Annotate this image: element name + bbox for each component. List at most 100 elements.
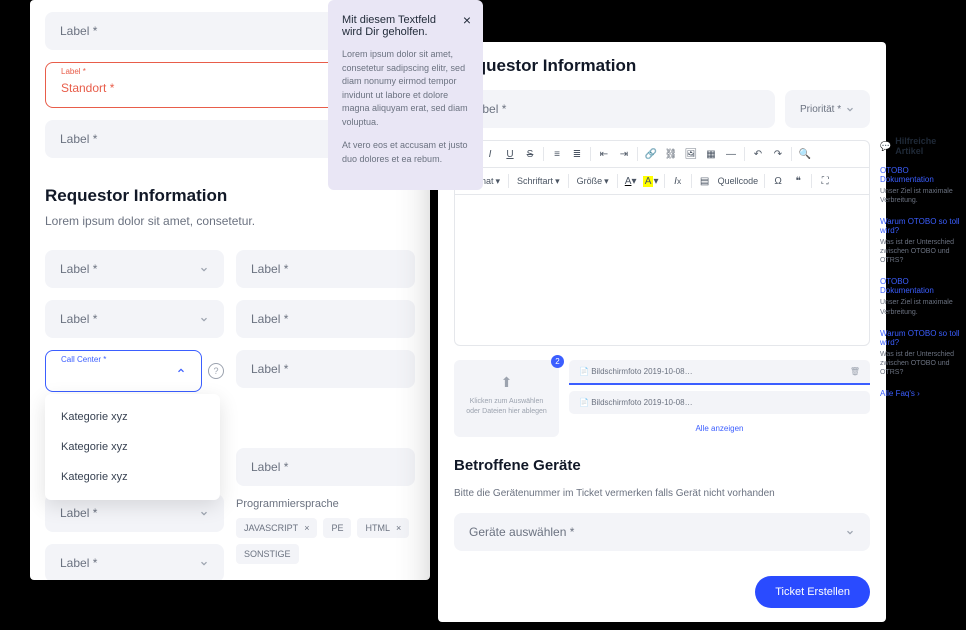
upload-icon: ⬆	[462, 374, 551, 391]
article-item: OTOBO Dokumentation Unser Ziel ist maxim…	[880, 277, 962, 316]
upload-dropzone[interactable]: 2 ⬆ Klicken zum Auswählenoder Dateien hi…	[454, 360, 559, 437]
file-item: 📄 Bildschirmfoto 2019-10-08… 🗑	[569, 360, 870, 385]
editor-body[interactable]	[455, 195, 869, 345]
label-select[interactable]: Label *	[45, 250, 224, 288]
tooltip-title: Mit diesem Textfeld wird Dir geholfen.	[342, 14, 469, 38]
article-link[interactable]: OTOBO Dokumentation	[880, 277, 962, 295]
chevron-down-icon	[845, 527, 855, 537]
tag: HTML×	[357, 518, 409, 538]
submit-button[interactable]: Ticket Erstellen	[755, 576, 870, 608]
article-desc: Was ist der Unterschied zwischen OTOBO u…	[880, 238, 962, 265]
label-select[interactable]: Label *	[236, 250, 415, 288]
list-ul-button[interactable]: ≡	[548, 145, 566, 163]
article-item: OTOBO Dokumentation Unser Ziel ist maxim…	[880, 166, 962, 205]
dropdown-item[interactable]: Kategorie xyz	[45, 462, 220, 492]
call-center-dropdown: Kategorie xyz Kategorie xyz Kategorie xy…	[45, 394, 220, 500]
tooltip-text: Lorem ipsum dolor sit amet, consetetur s…	[342, 48, 469, 129]
dropdown-item[interactable]: Kategorie xyz	[45, 432, 220, 462]
link-button[interactable]: 🔗	[642, 145, 660, 163]
tag: JAVASCRIPT×	[236, 518, 317, 538]
chevron-down-icon	[199, 508, 209, 518]
list-ol-button[interactable]: ≣	[568, 145, 586, 163]
chevron-down-icon	[845, 104, 855, 114]
table-button[interactable]: ▦	[702, 145, 720, 163]
editor-toolbar-1: B I U S ≡ ≣ ⇤ ⇥ 🔗 ⛓ 🖼 ▦ — ↶ ↷ 🔍	[455, 141, 869, 168]
label-select[interactable]: Label *	[236, 300, 415, 338]
field-tiny-label: Call Center *	[61, 355, 106, 364]
show-all-link[interactable]: Alle anzeigen	[569, 420, 870, 437]
clear-format-button[interactable]: Ix	[669, 172, 687, 190]
article-desc: Unser Ziel ist maximale Verbreitung.	[880, 187, 962, 205]
sidebar-title: 💬 Hilfreiche Artikel	[880, 136, 962, 156]
hr-button[interactable]: —	[722, 145, 740, 163]
chevron-down-icon	[199, 558, 209, 568]
chevron-down-icon	[199, 314, 209, 324]
priority-select[interactable]: Priorität *	[785, 90, 870, 128]
file-list: 📄 Bildschirmfoto 2019-10-08… 🗑 📄 Bildsch…	[569, 360, 870, 437]
upload-count-badge: 2	[551, 355, 564, 368]
label-select[interactable]: Label *	[45, 544, 224, 580]
tag: PE	[323, 518, 351, 538]
redo-button[interactable]: ↷	[769, 145, 787, 163]
helpful-articles-sidebar: 💬 Hilfreiche Artikel OTOBO Dokumentation…	[876, 136, 966, 398]
editor-toolbar-2: Format ▾ Schriftart ▾ Größe ▾ A▾ A▾ Ix ▤…	[455, 168, 869, 195]
close-icon[interactable]: ×	[463, 12, 471, 28]
article-link[interactable]: Warum OTOBO so toll wird?	[880, 329, 962, 347]
indent-button[interactable]: ⇥	[615, 145, 633, 163]
devices-select[interactable]: Geräte auswählen *	[454, 513, 870, 551]
call-center-select[interactable]: Call Center *	[45, 350, 202, 392]
devices-title: Betroffene Geräte	[454, 457, 870, 474]
tag-list: JAVASCRIPT× PE HTML× SONSTIGE	[236, 518, 415, 564]
article-item: Warum OTOBO so toll wird? Was ist der Un…	[880, 217, 962, 265]
text-color-button[interactable]: A▾	[622, 172, 640, 190]
special-char-button[interactable]: Ω	[769, 172, 787, 190]
find-button[interactable]: 🔍	[796, 145, 814, 163]
article-item: Warum OTOBO so toll wird? Was ist der Un…	[880, 329, 962, 377]
tag: SONSTIGE	[236, 544, 299, 564]
field-value: Standort *	[61, 81, 114, 95]
help-icon[interactable]: ?	[208, 363, 224, 379]
file-item: 📄 Bildschirmfoto 2019-10-08…	[569, 391, 870, 414]
tag-remove[interactable]: ×	[304, 523, 309, 533]
unlink-button[interactable]: ⛓	[662, 145, 680, 163]
label-select[interactable]: Label *	[454, 90, 775, 128]
outdent-button[interactable]: ⇤	[595, 145, 613, 163]
help-tooltip: × Mit diesem Textfeld wird Dir geholfen.…	[328, 0, 483, 190]
article-link[interactable]: OTOBO Dokumentation	[880, 166, 962, 184]
chevron-down-icon	[199, 264, 209, 274]
all-faqs-link[interactable]: Alle Faq's ›	[880, 389, 962, 398]
maximize-button[interactable]: ⛶	[816, 172, 834, 190]
devices-desc: Bitte die Gerätenummer im Ticket vermerk…	[454, 488, 870, 499]
section-title: Requestor Information	[454, 56, 870, 76]
undo-button[interactable]: ↶	[749, 145, 767, 163]
source-label: Quellcode	[716, 176, 761, 186]
field-label: Label *	[60, 24, 97, 38]
field-tiny-label: Label *	[61, 67, 86, 76]
label-select[interactable]: Label *	[236, 350, 415, 388]
tag-remove[interactable]: ×	[396, 523, 401, 533]
image-button[interactable]: 🖼	[682, 145, 700, 163]
chevron-up-icon	[176, 366, 186, 376]
file-delete-icon[interactable]: 🗑	[850, 367, 860, 376]
italic-button[interactable]: I	[481, 145, 499, 163]
tooltip-text: At vero eos et accusam et justo duo dolo…	[342, 139, 469, 166]
right-panel: Requestor Information Label * Priorität …	[438, 42, 886, 622]
underline-button[interactable]: U	[501, 145, 519, 163]
field-label: Label *	[60, 132, 97, 146]
strike-button[interactable]: S	[521, 145, 539, 163]
quote-button[interactable]: ❝	[789, 172, 807, 190]
label-select[interactable]: Label *	[236, 448, 415, 486]
tags-label: Programmiersprache	[236, 498, 415, 510]
bg-color-button[interactable]: A▾	[642, 172, 660, 190]
article-desc: Was ist der Unterschied zwischen OTOBO u…	[880, 350, 962, 377]
article-link[interactable]: Warum OTOBO so toll wird?	[880, 217, 962, 235]
rich-text-editor: B I U S ≡ ≣ ⇤ ⇥ 🔗 ⛓ 🖼 ▦ — ↶ ↷ 🔍 Format ▾…	[454, 140, 870, 346]
article-desc: Unser Ziel ist maximale Verbreitung.	[880, 298, 962, 316]
upload-text: Klicken zum Auswählenoder Dateien hier a…	[462, 397, 551, 417]
font-select[interactable]: Schriftart ▾	[513, 174, 564, 189]
dropdown-item[interactable]: Kategorie xyz	[45, 402, 220, 432]
section-desc: Lorem ipsum dolor sit amet, consetetur.	[45, 214, 415, 228]
size-select[interactable]: Größe ▾	[573, 174, 613, 189]
label-select[interactable]: Label *	[45, 300, 224, 338]
source-button[interactable]: ▤	[696, 172, 714, 190]
